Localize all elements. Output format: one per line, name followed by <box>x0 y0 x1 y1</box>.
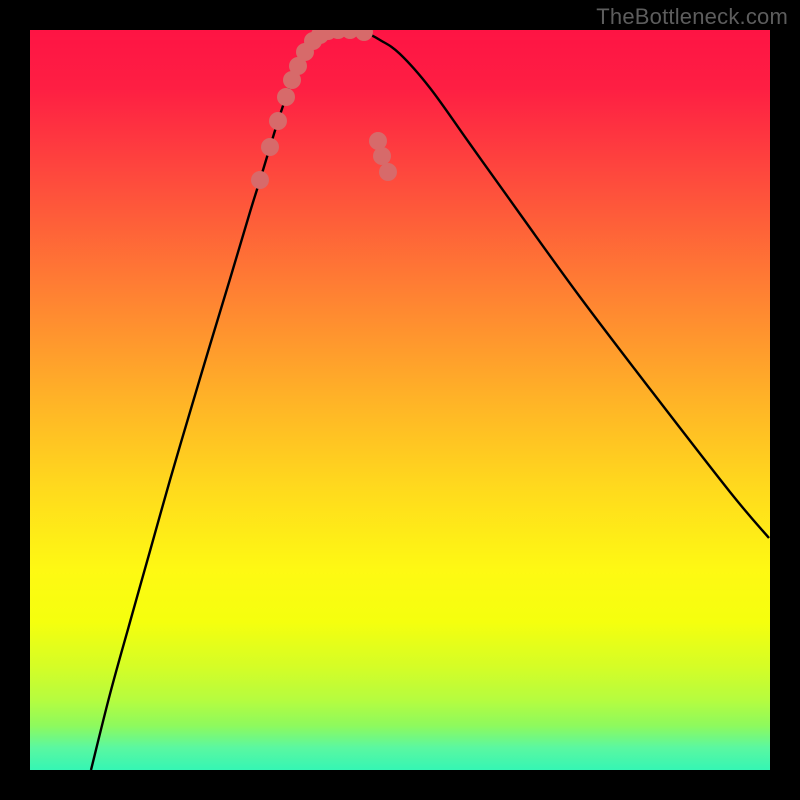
plot-svg <box>30 30 770 770</box>
curve-marker <box>269 112 287 130</box>
attribution-text: TheBottleneck.com <box>596 4 788 30</box>
curve-marker <box>379 163 397 181</box>
curve-marker <box>261 138 279 156</box>
curve-marker <box>373 147 391 165</box>
plot-area <box>30 30 770 770</box>
curve-marker <box>251 171 269 189</box>
curve-marker <box>277 88 295 106</box>
chart-frame: TheBottleneck.com <box>0 0 800 800</box>
